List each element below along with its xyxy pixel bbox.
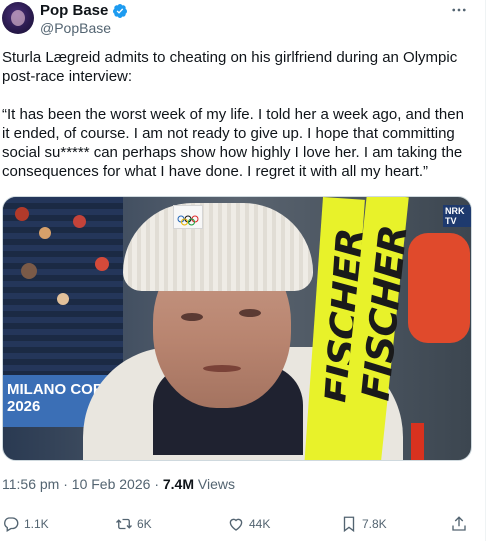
tweet-card: Pop Base @PopBase Sturla Lægreid admits … xyxy=(0,0,486,541)
bookmark-button[interactable]: 7.8K xyxy=(340,515,387,533)
spectator xyxy=(95,257,109,271)
tweet-quote: “It has been the worst week of my life. … xyxy=(2,106,464,180)
tweet-intro: Sturla Lægreid admits to cheating on his… xyxy=(2,49,458,85)
more-icon[interactable] xyxy=(450,1,468,23)
share-button[interactable] xyxy=(450,515,468,533)
broadcaster-logo: NRK TV xyxy=(443,205,471,227)
tweet-meta: 11:56 pm · 10 Feb 2026 · 7.4M Views xyxy=(2,476,235,493)
share-icon xyxy=(452,516,466,531)
author-handle[interactable]: @PopBase xyxy=(40,20,111,37)
post-time[interactable]: 11:56 pm xyxy=(2,476,59,492)
action-bar: 1.1K 6K 44K 7.8K xyxy=(0,515,486,537)
spectator xyxy=(57,293,69,305)
author-name-row: Pop Base xyxy=(40,2,128,20)
spectator xyxy=(73,215,86,228)
spectator xyxy=(39,227,51,239)
post-date[interactable]: 10 Feb 2026 xyxy=(72,476,151,492)
repost-count: 6K xyxy=(137,517,152,531)
tweet-text: Sturla Lægreid admits to cheating on his… xyxy=(2,48,472,181)
ski-brand-text: FISCHER xyxy=(353,223,416,403)
reply-icon xyxy=(4,517,19,532)
eye xyxy=(239,309,261,317)
views-count: 7.4M xyxy=(162,476,194,492)
glove xyxy=(408,233,470,343)
beanie-hat xyxy=(123,203,313,291)
avatar[interactable] xyxy=(2,2,34,34)
reply-count: 1.1K xyxy=(24,517,49,531)
ski-pole xyxy=(411,423,424,460)
repost-icon xyxy=(116,518,132,530)
spectator xyxy=(21,263,37,279)
bookmark-icon xyxy=(343,516,355,533)
eye xyxy=(181,313,203,321)
bookmark-count: 7.8K xyxy=(362,517,387,531)
like-button[interactable]: 44K xyxy=(227,515,270,533)
mouth xyxy=(203,365,241,372)
reply-button[interactable]: 1.1K xyxy=(2,515,49,533)
meta-separator: · xyxy=(154,476,159,492)
heart-icon xyxy=(229,518,243,531)
verified-badge-icon xyxy=(113,4,128,18)
meta-separator: · xyxy=(63,476,68,492)
olympic-logo xyxy=(173,205,203,229)
repost-button[interactable]: 6K xyxy=(115,515,152,533)
like-count: 44K xyxy=(249,517,271,531)
tweet-media-image[interactable]: MILANO COR 2026 FISCHER FISCHER NRK TV xyxy=(2,196,472,461)
author-name[interactable]: Pop Base xyxy=(40,2,108,20)
views-label: Views xyxy=(197,476,235,492)
spectator xyxy=(15,207,29,221)
